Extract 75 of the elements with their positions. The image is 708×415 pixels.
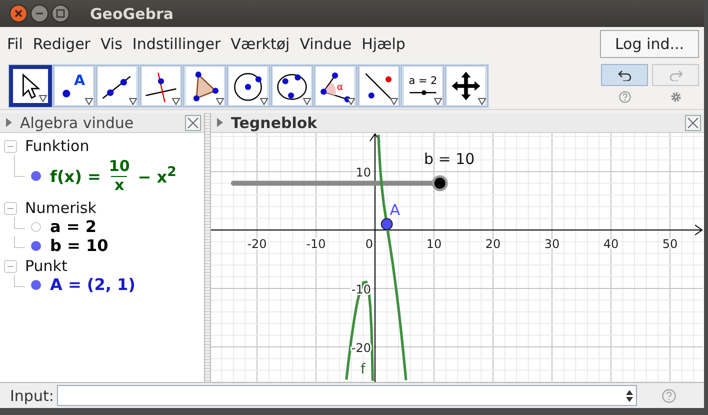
close-button[interactable] [9,4,28,23]
login-button[interactable]: Log ind... [600,30,699,58]
slider-label: b = 10 [424,150,475,168]
menu-item[interactable]: Vindue [300,34,357,52]
dropdown-triangle-icon [390,98,398,105]
tick-label: 30 [544,237,560,252]
redo-arrow-icon [668,69,682,81]
expand-triangle-icon [6,118,12,127]
spinner-icon [626,390,633,402]
group-label: Punkt [25,257,68,275]
object-definition[interactable]: b = 10 [47,236,108,255]
tick-label: 0 [365,237,373,252]
tree-line [14,155,25,177]
menu-item[interactable]: Indstillinger [132,34,226,52]
slider-thumb[interactable] [432,175,448,192]
dropdown-triangle-icon [172,98,180,105]
tick-label: 20 [485,237,501,252]
object-definition[interactable]: a = 2 [47,217,96,236]
menu-item[interactable]: Vis [100,34,128,52]
settings-icon[interactable] [670,91,682,103]
input-field[interactable] [56,385,637,406]
tool-button[interactable] [358,65,400,107]
tick-label: 40 [603,237,619,252]
maximize-button[interactable] [51,4,70,23]
tree-line [14,236,25,248]
tick-label: 10 [356,166,371,180]
dropdown-triangle-icon [85,98,94,105]
help-icon[interactable] [618,91,630,103]
panel-title: Tegneblok [231,114,318,132]
dropdown-triangle-icon [128,98,137,105]
expand-triangle-icon [217,118,223,127]
dropdown-triangle-icon [478,98,486,105]
close-icon[interactable] [185,114,201,130]
panel-title: Algebra vindue [20,114,134,132]
tick-label: -10 [306,237,326,252]
point-label: A [390,201,400,220]
dropdown-triangle-icon [303,98,312,105]
tick-label: -20 [351,340,371,355]
visibility-dot[interactable] [31,171,41,181]
close-icon[interactable] [685,114,701,130]
minimize-button[interactable] [30,4,49,23]
group-label: Numerisk [25,199,96,217]
tree-line [14,217,25,229]
menu-item[interactable]: Værktøj [230,34,295,52]
tool-button[interactable] [444,65,488,107]
undo-button[interactable] [601,64,648,86]
window-title: GeoGebra [90,4,174,22]
dropdown-triangle-icon [346,98,355,105]
input-label: Input: [10,386,54,404]
dropdown-triangle-icon [260,98,268,105]
tool-button[interactable] [270,65,314,107]
object-definition[interactable]: A = (2, 1) [47,275,136,294]
tree-line [14,275,25,287]
dropdown-triangle-icon [216,98,224,105]
tick-label: 50 [662,237,678,252]
undo-arrow-icon [618,69,632,81]
tick-label: -20 [247,237,267,252]
tick-label: 10 [426,237,442,252]
tool-button[interactable] [96,65,139,107]
tool-button[interactable] [183,65,226,107]
menu-item[interactable]: Rediger [32,34,96,52]
visibility-dot[interactable] [31,222,41,232]
dropdown-triangle-icon [434,98,442,105]
point-marker[interactable] [380,218,393,230]
tool-button[interactable] [9,65,52,107]
tool-button[interactable] [226,65,270,107]
dropdown-triangle-icon [38,95,47,102]
curve-label: f [360,362,366,378]
group-label: Funktion [25,137,90,155]
tool-button[interactable] [140,65,182,107]
menu-item[interactable]: Fil [7,34,28,52]
visibility-dot[interactable] [31,240,41,250]
menu-item[interactable]: Hjælp [362,34,410,52]
visibility-dot[interactable] [31,280,41,290]
slider-track[interactable] [230,175,448,192]
